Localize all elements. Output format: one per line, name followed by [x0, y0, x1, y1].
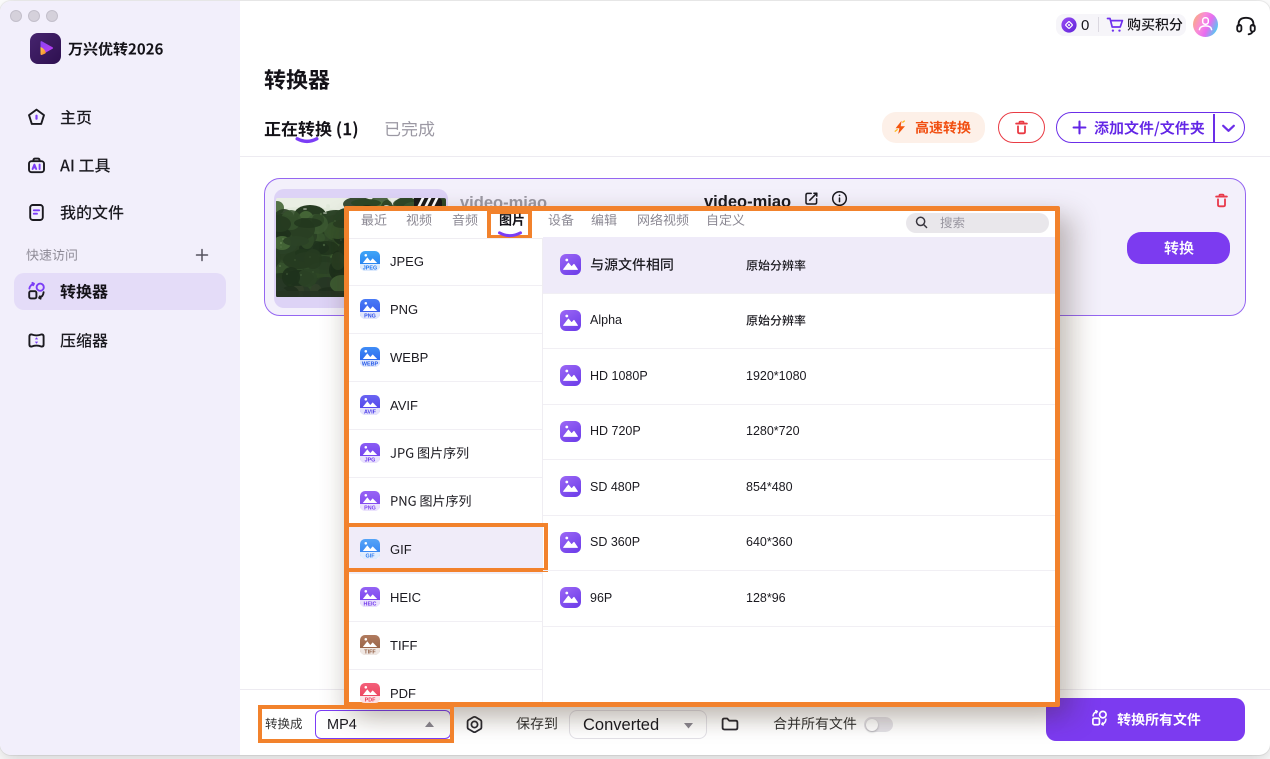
svg-text:PDF: PDF — [365, 698, 376, 703]
svg-text:WEBP: WEBP — [362, 362, 379, 367]
svg-text:TIFF: TIFF — [364, 650, 376, 655]
svg-text:PNG: PNG — [364, 314, 376, 319]
svg-text:AVIF: AVIF — [364, 410, 377, 415]
svg-text:HEIC: HEIC — [364, 602, 377, 607]
svg-text:PNG: PNG — [364, 506, 376, 511]
svg-text:JPEG: JPEG — [363, 266, 377, 271]
svg-text:JPG: JPG — [365, 458, 376, 463]
